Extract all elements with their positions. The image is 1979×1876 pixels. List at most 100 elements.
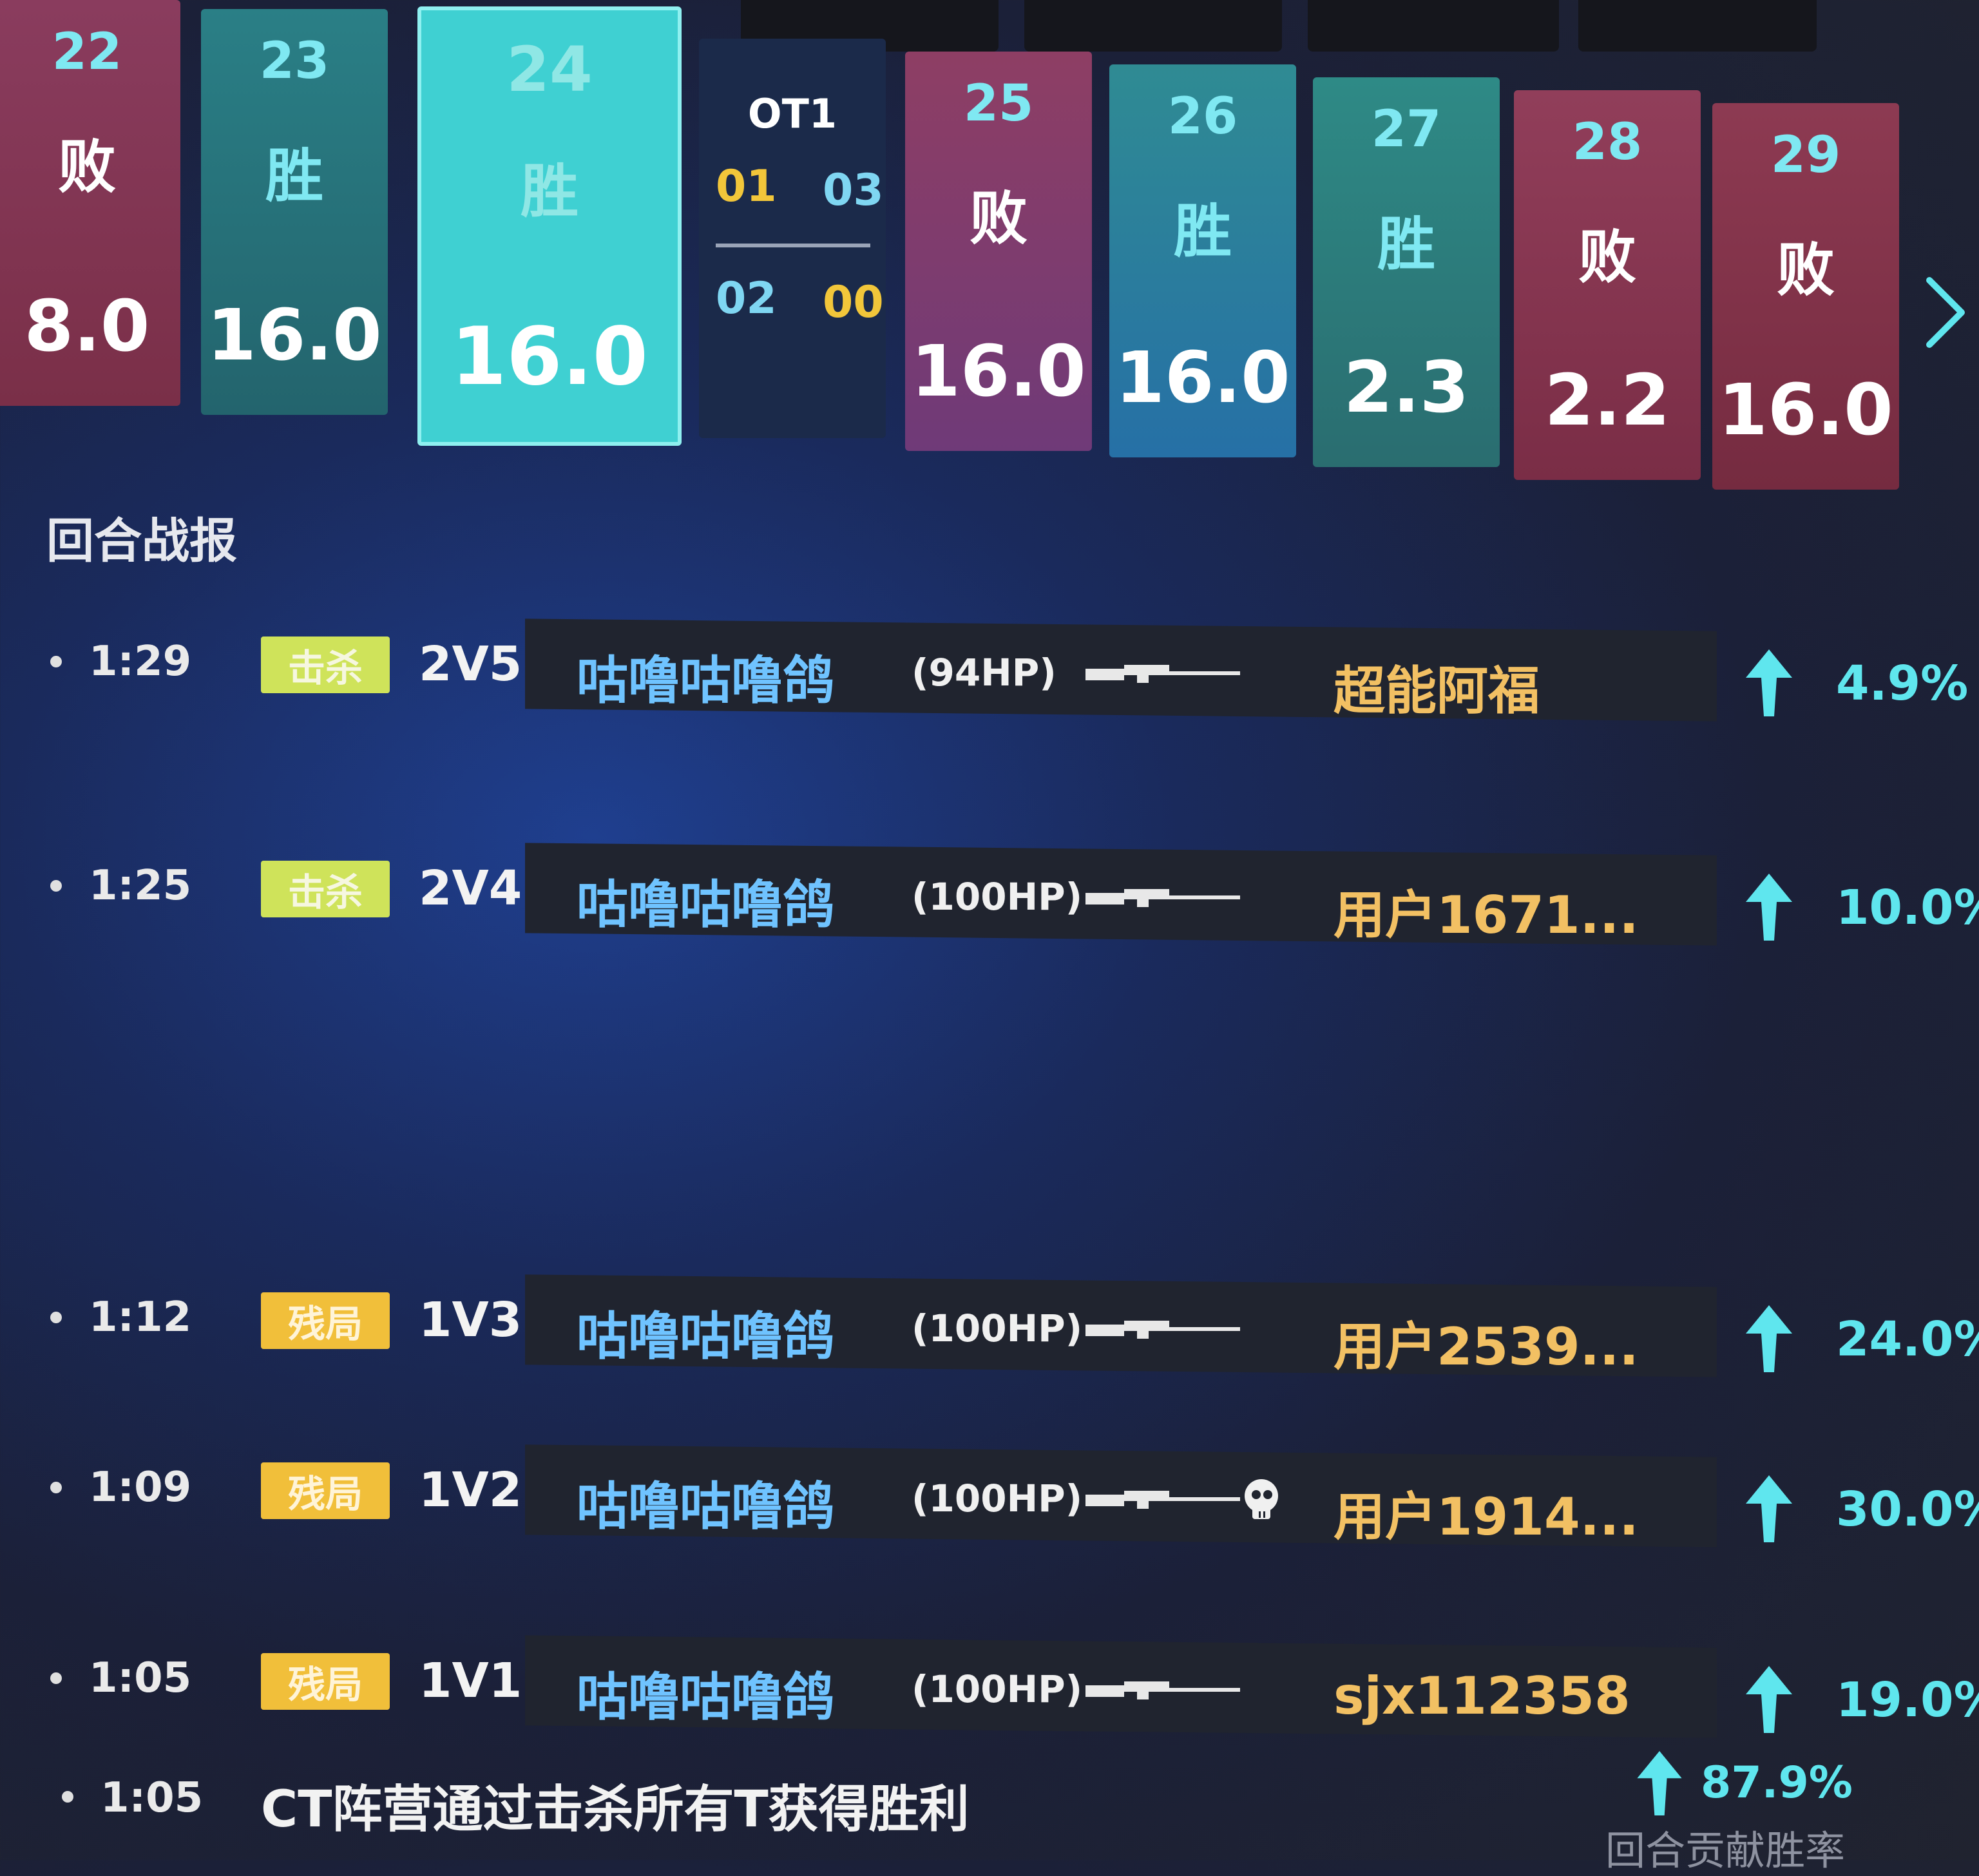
overtime-panel[interactable]: OT1 01 03 02 00 — [699, 39, 886, 438]
contribution-label: 回合贡献胜率 — [1605, 1827, 1846, 1874]
bullet-icon — [50, 1312, 62, 1323]
round-number: 25 — [963, 75, 1034, 133]
round-number: 24 — [506, 34, 593, 106]
round-rating: 16.0 — [1718, 368, 1893, 451]
round-rating: 2.3 — [1343, 346, 1469, 428]
round-number: 22 — [52, 23, 122, 81]
event-tag: 残局 — [261, 1462, 390, 1519]
round-result: 胜 — [1174, 198, 1232, 265]
victim-name: 超能阿福 — [1334, 661, 1540, 721]
event-time: 1:29 — [89, 638, 192, 685]
sniper-rifle-icon — [1085, 665, 1240, 683]
sniper-rifle-icon — [1085, 889, 1240, 907]
event-situation: 1V1 — [419, 1653, 522, 1708]
up-arrow-icon — [1746, 1666, 1792, 1733]
win-rate-change: 10.0% — [1836, 880, 1979, 935]
round-rating: 2.2 — [1544, 359, 1670, 441]
sniper-rifle-icon — [1085, 1681, 1240, 1699]
round-card-27[interactable]: 27 胜 2.3 — [1313, 77, 1500, 467]
bullet-icon — [62, 1791, 73, 1803]
event-tag: 残局 — [261, 1292, 390, 1349]
win-rate-change: 24.0% — [1836, 1312, 1979, 1367]
round-result-message: CT阵营通过击杀所有T获得胜利 — [261, 1781, 970, 1839]
killer-hp: (100HP) — [912, 875, 1083, 919]
killer-hp: (100HP) — [912, 1667, 1083, 1711]
round-card-28[interactable]: 28 败 2.2 — [1514, 90, 1701, 480]
overtime-title: OT1 — [747, 90, 837, 137]
round-card-25[interactable]: 25 败 16.0 — [905, 52, 1092, 451]
round-result: 胜 — [521, 158, 578, 225]
event-row[interactable]: 1:25 击杀 2V4 咕噜咕噜鸽 (100HP) 用户1671... 10.0… — [0, 843, 1979, 946]
up-arrow-icon — [1746, 1475, 1792, 1542]
round-rating: 16.0 — [1115, 336, 1290, 419]
bullet-icon — [50, 656, 62, 667]
round-rating: 8.0 — [24, 285, 150, 367]
event-row[interactable]: 1:05 残局 1V1 咕噜咕噜鸽 (100HP) sjx112358 19.0… — [0, 1635, 1979, 1738]
event-tag: 击杀 — [261, 861, 390, 917]
round-number: 26 — [1167, 88, 1238, 146]
overtime-score: 01 — [716, 161, 777, 212]
skull-icon — [1245, 1479, 1278, 1519]
bullet-icon — [50, 1672, 62, 1684]
victim-name: sjx112358 — [1334, 1666, 1630, 1726]
killer-name: 咕噜咕噜鸽 — [577, 1477, 834, 1536]
overtime-score: 02 — [716, 273, 777, 324]
event-situation: 2V5 — [419, 636, 522, 692]
round-rating: 16.0 — [451, 311, 648, 403]
round-result: 败 — [1777, 236, 1835, 304]
round-card-29[interactable]: 29 败 16.0 — [1712, 103, 1899, 490]
round-result: 败 — [58, 133, 116, 201]
round-number: 27 — [1371, 100, 1442, 158]
round-rating: 16.0 — [207, 294, 382, 376]
round-card-22[interactable]: 22 败 8.0 — [0, 0, 180, 406]
section-title: 回合战报 — [46, 513, 237, 569]
event-tag: 击杀 — [261, 636, 390, 693]
overtime-divider — [716, 244, 870, 247]
victim-name: 用户2539... — [1334, 1317, 1639, 1377]
overtime-score: 03 — [823, 165, 884, 216]
killer-hp: (100HP) — [912, 1477, 1083, 1520]
win-rate-change: 19.0% — [1836, 1672, 1979, 1728]
killer-name: 咕噜咕噜鸽 — [577, 1667, 834, 1727]
overtime-score: 00 — [823, 277, 884, 328]
event-row[interactable]: 1:29 击杀 2V5 咕噜咕噜鸽 (94HP) 超能阿福 4.9% — [0, 618, 1979, 722]
killer-name: 咕噜咕噜鸽 — [577, 875, 834, 935]
event-time: 1:05 — [89, 1654, 192, 1702]
up-arrow-icon — [1746, 1305, 1792, 1372]
round-result: 败 — [970, 185, 1028, 253]
killer-name: 咕噜咕噜鸽 — [577, 651, 834, 711]
win-rate-change: 30.0% — [1836, 1482, 1979, 1537]
round-number: 28 — [1572, 113, 1643, 171]
sniper-rifle-icon — [1085, 1491, 1240, 1509]
round-card-26[interactable]: 26 胜 16.0 — [1109, 64, 1296, 457]
chevron-right-icon[interactable] — [1923, 274, 1968, 351]
win-rate-change: 4.9% — [1836, 656, 1969, 711]
up-arrow-icon — [1746, 874, 1792, 941]
victim-name: 用户1671... — [1334, 885, 1639, 945]
killer-name: 咕噜咕噜鸽 — [577, 1306, 834, 1366]
up-arrow-icon — [1746, 649, 1792, 716]
event-situation: 1V3 — [419, 1292, 522, 1348]
round-rating: 16.0 — [911, 330, 1086, 412]
killer-hp: (100HP) — [912, 1306, 1083, 1350]
event-row[interactable]: 1:09 残局 1V2 咕噜咕噜鸽 (100HP) 用户1914... 30.0… — [0, 1444, 1979, 1547]
event-time: 1:12 — [89, 1294, 192, 1341]
up-arrow-icon — [1637, 1751, 1682, 1815]
win-rate-change: 87.9% — [1701, 1757, 1853, 1808]
victim-name: 用户1914... — [1334, 1487, 1639, 1547]
event-situation: 2V4 — [419, 861, 522, 916]
round-card-23[interactable]: 23 胜 16.0 — [201, 9, 388, 415]
event-row[interactable]: 1:12 残局 1V3 咕噜咕噜鸽 (100HP) 用户2539... 24.0… — [0, 1274, 1979, 1377]
bullet-icon — [50, 880, 62, 892]
round-card-24[interactable]: 24 胜 16.0 — [417, 6, 682, 446]
event-time: 1:05 — [100, 1774, 204, 1822]
round-number: 29 — [1770, 126, 1841, 184]
round-result: 胜 — [265, 142, 323, 210]
killer-hp: (94HP) — [912, 651, 1056, 694]
event-tag: 残局 — [261, 1653, 390, 1710]
event-situation: 1V2 — [419, 1462, 522, 1518]
round-result: 败 — [1578, 224, 1636, 291]
bullet-icon — [50, 1482, 62, 1493]
sniper-rifle-icon — [1085, 1321, 1240, 1339]
round-strip: 22 败 8.0 23 胜 16.0 24 胜 16.0 OT1 01 03 0… — [0, 0, 1979, 490]
